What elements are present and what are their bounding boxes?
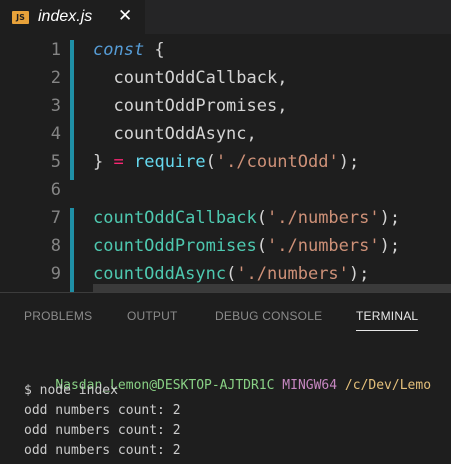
code-text: } = require('./countOdd'); — [93, 148, 359, 176]
tab-filename: index.js — [38, 8, 93, 25]
code-token: ( — [226, 264, 237, 284]
terminal-output-line: odd numbers count: 2 — [24, 443, 181, 458]
terminal-output-line: odd numbers count: 2 — [24, 423, 181, 438]
code-editor[interactable]: 1 const {2 countOddCallback, 3 countOddPro… — [0, 34, 451, 292]
code-line[interactable]: 3 countOddPromises, — [0, 92, 451, 120]
code-token: './numbers' — [267, 208, 380, 228]
code-token: = — [113, 152, 124, 172]
code-token: countOddAsync, — [93, 124, 257, 144]
code-token: './countOdd' — [215, 152, 339, 172]
code-token: { — [144, 40, 165, 60]
code-token: ( — [256, 236, 268, 256]
code-token: } — [93, 152, 114, 172]
tab-terminal[interactable]: TERMINAL — [356, 309, 419, 331]
terminal-output-line: odd numbers count: 2 — [24, 403, 181, 418]
horizontal-scrollbar[interactable] — [93, 284, 451, 292]
line-number: 3 — [50, 96, 61, 116]
code-line[interactable]: 7 countOddCallback('./numbers'); — [0, 204, 451, 232]
code-text: const { — [93, 36, 165, 64]
code-token: ( — [256, 208, 268, 228]
code-text: countOddCallback, — [93, 64, 287, 92]
tab-problems[interactable]: PROBLEMS — [24, 309, 92, 323]
line-number: 4 — [50, 124, 61, 144]
code-token: countOddCallback, — [93, 68, 288, 88]
code-line[interactable]: 6 — [0, 176, 451, 204]
tab-index-js[interactable]: JS index.js ✕ — [0, 0, 145, 34]
code-token: ( — [205, 152, 216, 172]
code-line[interactable]: 2 countOddCallback, — [0, 64, 451, 92]
line-number: 2 — [50, 68, 61, 88]
code-token: require — [133, 152, 206, 172]
code-text: countOddPromises, — [93, 92, 287, 120]
line-number: 1 — [50, 40, 61, 60]
tab-debug-console[interactable]: DEBUG CONSOLE — [215, 309, 322, 323]
terminal-path: /c/Dev/Lemo — [344, 378, 432, 393]
code-token: ); — [338, 152, 360, 172]
code-token: const — [93, 40, 145, 60]
line-number: 8 — [50, 236, 61, 256]
line-number: 5 — [50, 152, 61, 172]
line-number: 6 — [50, 180, 61, 200]
code-line[interactable]: 1 const { — [0, 36, 451, 64]
code-token: ); — [348, 264, 370, 284]
code-token: countOddAsync — [93, 264, 227, 284]
editor-tab-bar: JS index.js ✕ — [0, 0, 451, 34]
code-text: countOddCallback('./numbers'); — [93, 204, 400, 232]
line-number: 7 — [50, 208, 61, 228]
tab-output[interactable]: OUTPUT — [127, 309, 178, 323]
code-token: ); — [379, 236, 401, 256]
code-token: countOddCallback — [93, 208, 257, 228]
code-token: countOddPromises, — [93, 96, 288, 116]
code-line[interactable]: 5} = require('./countOdd'); — [0, 148, 451, 176]
code-token: countOddPromises — [93, 236, 257, 256]
code-line[interactable]: 8 countOddPromises('./numbers'); — [0, 232, 451, 260]
close-icon[interactable]: ✕ — [118, 6, 132, 26]
line-number: 9 — [50, 264, 61, 284]
code-token: './numbers' — [267, 236, 380, 256]
code-token: ); — [379, 208, 401, 228]
code-token: './numbers' — [236, 264, 349, 284]
terminal-command: $ node index — [24, 383, 118, 398]
code-text: countOddPromises('./numbers'); — [93, 232, 400, 260]
code-line[interactable]: 4 countOddAsync, — [0, 120, 451, 148]
terminal-system: MINGW64 — [282, 378, 338, 393]
javascript-file-icon: JS — [12, 10, 29, 24]
code-text: countOddAsync, — [93, 120, 257, 148]
bottom-panel: PROBLEMS OUTPUT DEBUG CONSOLE TERMINAL N… — [0, 292, 451, 464]
